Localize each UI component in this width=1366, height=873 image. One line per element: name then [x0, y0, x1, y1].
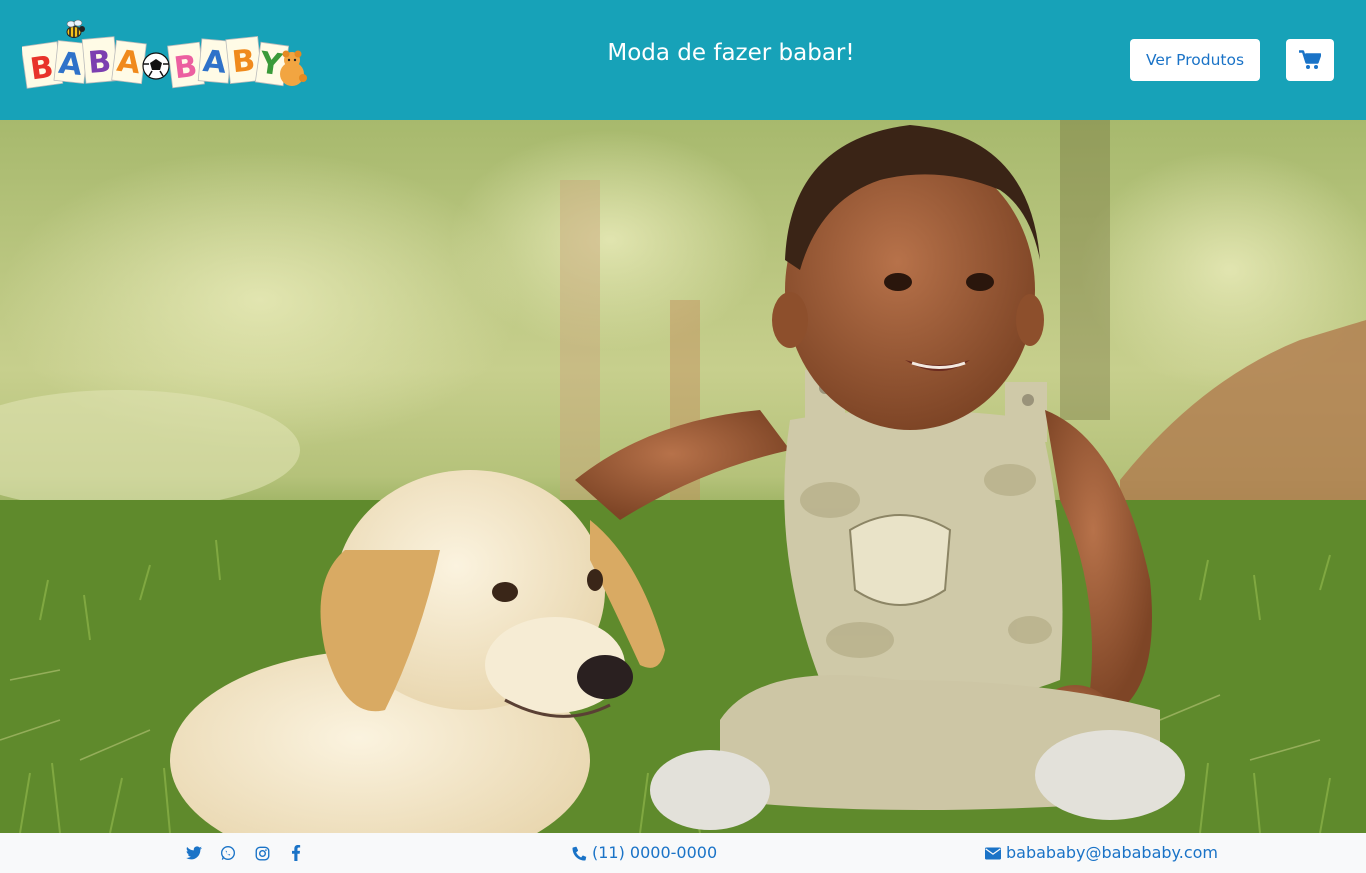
bee-icon [66, 19, 85, 38]
view-products-button[interactable]: Ver Produtos [1130, 39, 1260, 81]
phone-contact[interactable]: (11) 0000-0000 [572, 843, 717, 863]
site-footer: (11) 0000-0000 babababy@babababy.com [0, 833, 1366, 873]
shopping-cart-icon [1299, 50, 1321, 69]
whatsapp-link[interactable] [218, 843, 238, 863]
facebook-icon [292, 845, 301, 861]
svg-text:B: B [28, 50, 56, 88]
babababy-logo[interactable]: B A B A B A B Y [22, 14, 310, 94]
svg-text:B: B [172, 49, 199, 87]
site-tagline: Moda de fazer babar! [607, 40, 855, 66]
phone-icon [572, 846, 587, 861]
facebook-link[interactable] [286, 843, 306, 863]
instagram-link[interactable] [252, 843, 272, 863]
svg-text:A: A [57, 46, 85, 83]
hero-image [0, 120, 1366, 833]
site-header: B A B A B A B Y Moda de fazer babar! Ver… [0, 0, 1366, 120]
cart-button[interactable] [1286, 39, 1334, 81]
svg-text:B: B [230, 43, 256, 80]
twitter-link[interactable] [184, 843, 204, 863]
overalls-badge [848, 514, 952, 606]
twitter-icon [186, 846, 202, 860]
instagram-icon [255, 846, 269, 860]
email-contact[interactable]: babababy@babababy.com [985, 843, 1218, 863]
email-address: babababy@babababy.com [1006, 843, 1218, 862]
logo-graphic: B A B A B A B Y [22, 19, 307, 89]
svg-text:A: A [201, 44, 228, 81]
teddy-bear-icon [280, 50, 307, 86]
social-links [184, 843, 306, 863]
whatsapp-icon [221, 846, 235, 860]
envelope-icon [985, 847, 1001, 859]
soccer-ball-icon [142, 52, 170, 80]
phone-number: (11) 0000-0000 [592, 843, 718, 862]
svg-text:B: B [87, 44, 113, 81]
